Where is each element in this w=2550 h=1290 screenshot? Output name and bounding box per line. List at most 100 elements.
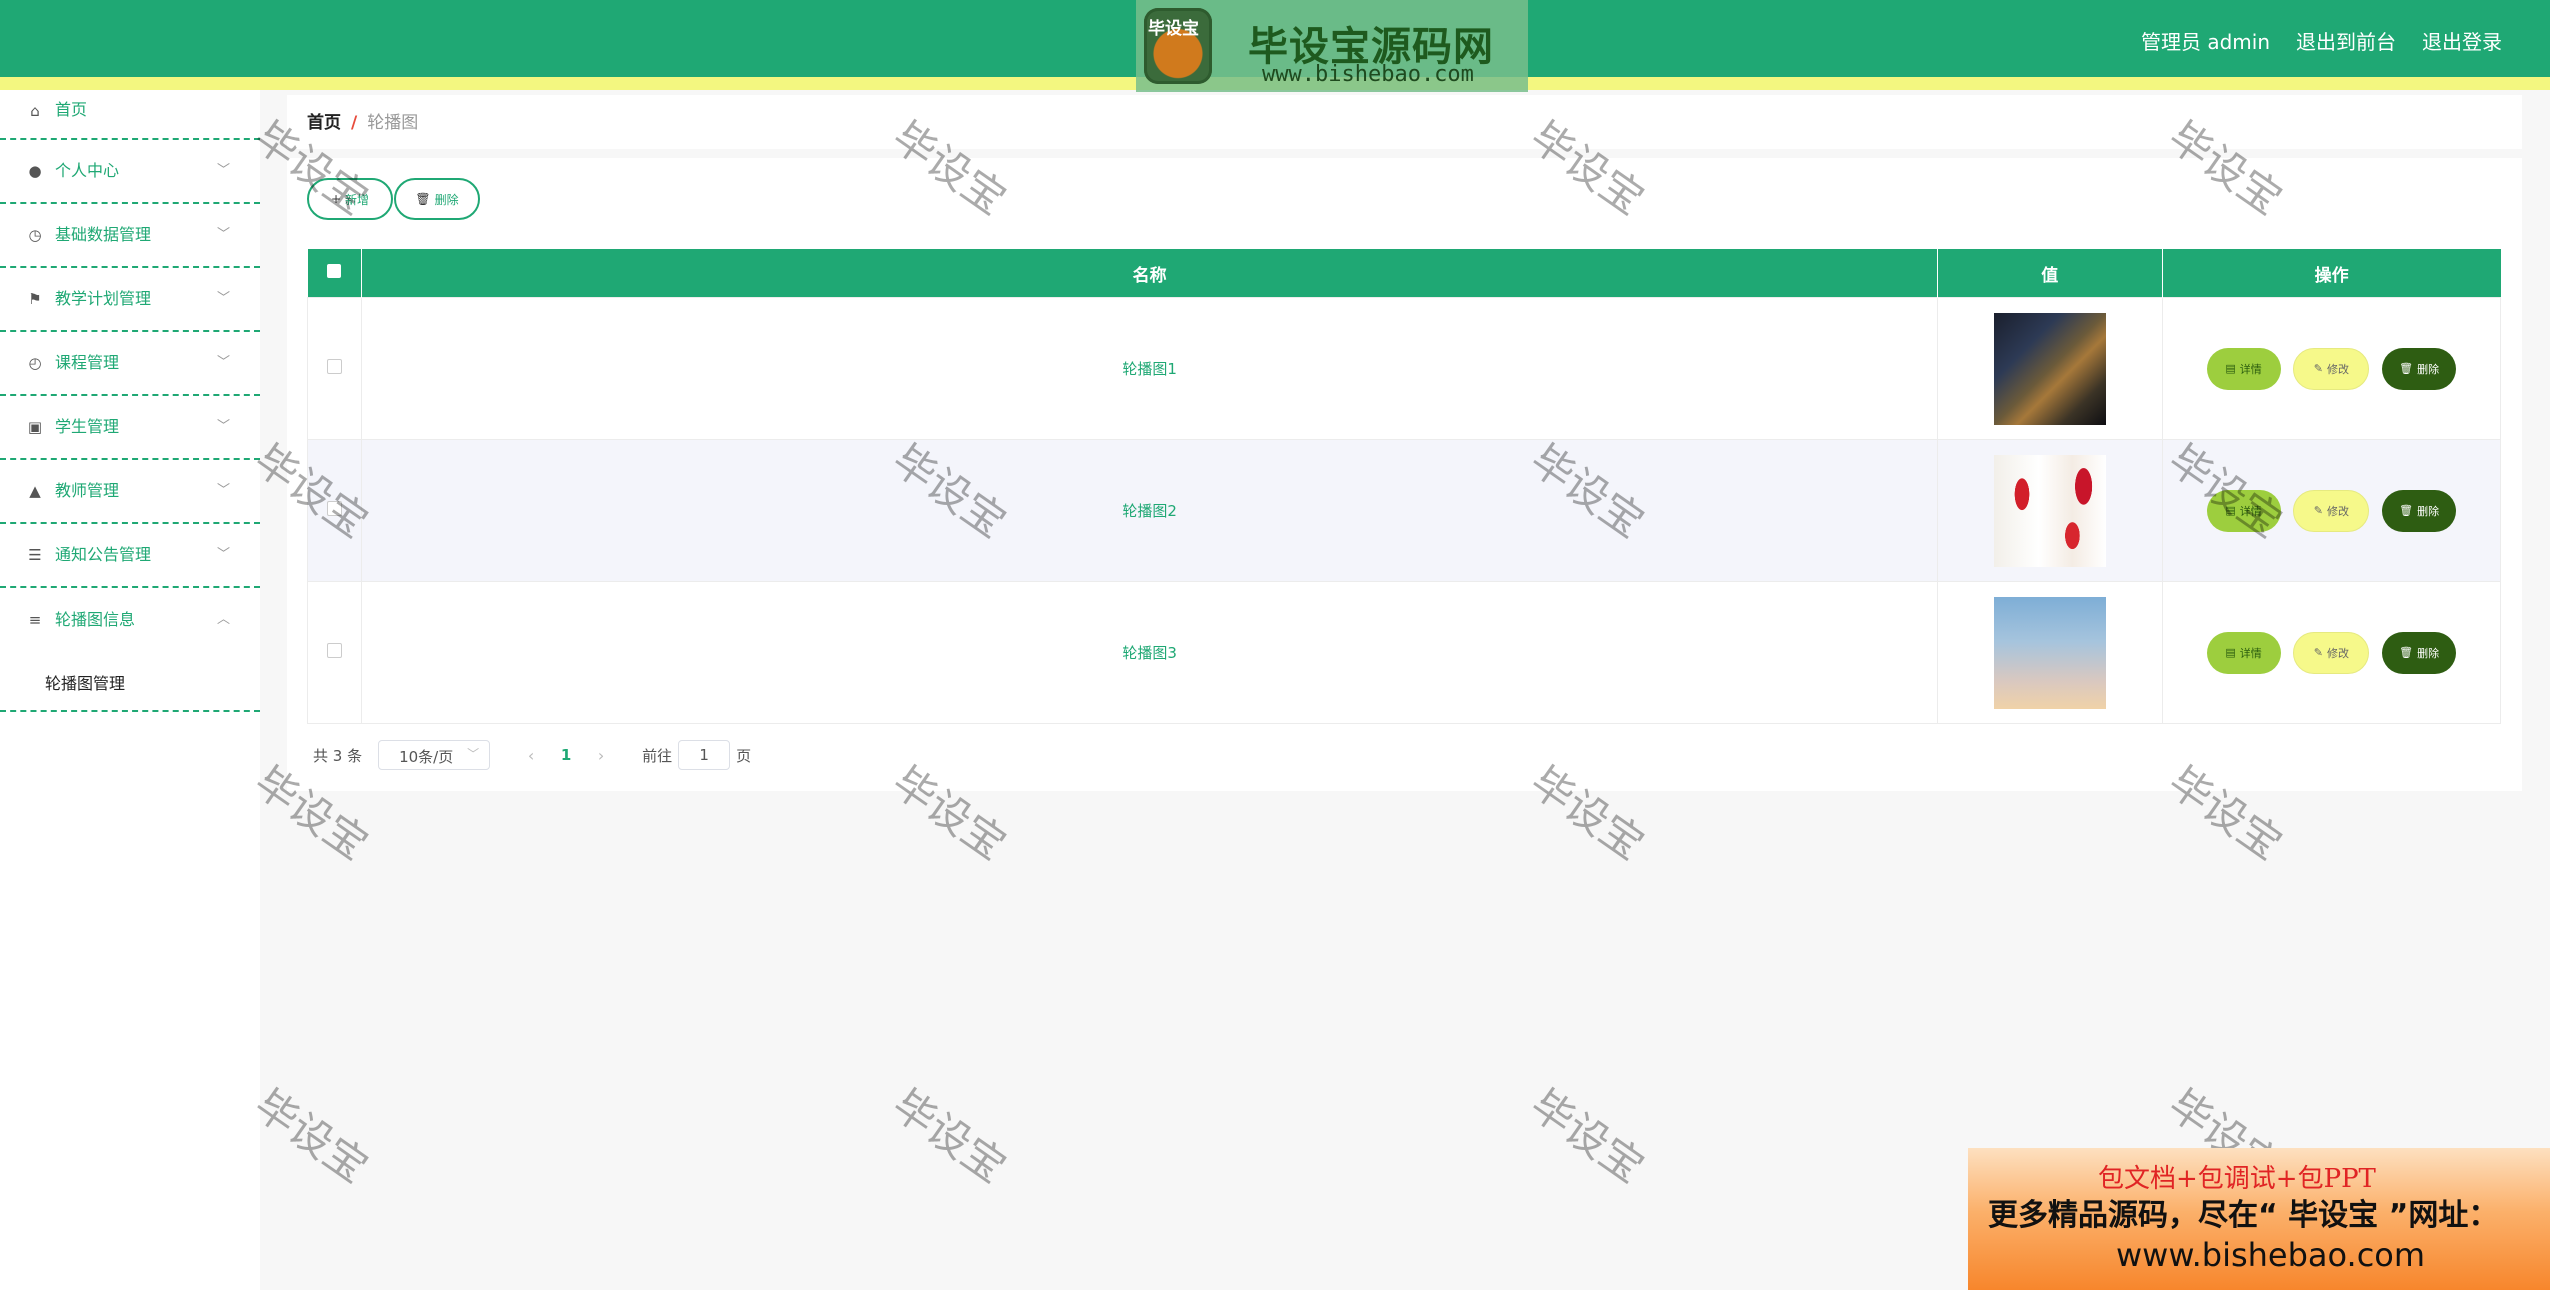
add-button-label: 新增 <box>345 192 370 207</box>
delete-button[interactable]: 🗑 删除 <box>2382 347 2457 390</box>
trash-icon: 🗑 <box>2399 362 2414 375</box>
sidebar-item-label: 首页 <box>55 100 88 119</box>
next-page-button[interactable]: › <box>588 746 614 765</box>
row-check-cell <box>306 439 363 582</box>
watermark: 毕设宝 <box>245 1079 377 1193</box>
detail-icon: ▤ <box>2225 646 2236 659</box>
select-all-header <box>307 249 363 298</box>
delete-button[interactable]: 🗑 删除 <box>2382 631 2457 674</box>
home-icon: ⌂ <box>30 102 40 120</box>
chevron-down-icon: ﹀ <box>216 227 230 242</box>
data-table: 名称 值 操作 轮播图1 ▤ 详情 ✎ 修改 🗑 删除 轮播图2 ▤ 详情 ✎ … <box>306 249 2502 724</box>
edit-icon: ✎ <box>2313 504 2323 517</box>
sidebar-subitem-carousel-manage[interactable]: 轮播图管理 <box>45 670 125 694</box>
detail-button[interactable]: ▤ 详情 <box>2206 631 2281 674</box>
sidebar-item-teacher[interactable]: ▲ 教师管理 ﹀ <box>0 460 260 524</box>
trash-icon: 🗑 <box>415 192 431 206</box>
row-checkbox[interactable] <box>327 359 343 374</box>
detail-icon: ▤ <box>2225 362 2236 375</box>
table-row: 轮播图2 ▤ 详情 ✎ 修改 🗑 删除 <box>306 439 2502 582</box>
logout-link[interactable]: 退出登录 <box>2422 26 2502 55</box>
detail-button[interactable]: ▤ 详情 <box>2206 347 2281 390</box>
ops-cell: ▤ 详情 ✎ 修改 🗑 删除 <box>2161 581 2502 724</box>
compass-icon: ◴ <box>28 354 42 372</box>
column-header-ops: 操作 <box>2162 249 2501 298</box>
trash-icon: 🗑 <box>2399 646 2414 659</box>
watermark: 毕设宝 <box>1521 1079 1653 1193</box>
sidebar-item-carousel-info[interactable]: ≡ 轮播图信息 ︿ <box>0 588 260 652</box>
name-cell: 轮播图2 <box>361 439 1938 582</box>
sidebar-item-notice[interactable]: ☰ 通知公告管理 ﹀ <box>0 524 260 588</box>
edit-icon: ✎ <box>2313 646 2323 659</box>
row-check-cell <box>306 581 363 724</box>
carousel-thumbnail <box>1993 312 2106 425</box>
value-cell <box>1936 581 2163 724</box>
batch-delete-button[interactable]: 🗑 删除 <box>394 178 480 220</box>
add-button[interactable]: + 新增 <box>307 178 393 220</box>
delete-label: 删除 <box>2417 646 2440 660</box>
pagination: 共 3 条 10条/页 ﹀ ‹ 1 › 前往 页 <box>313 739 751 771</box>
sidebar: ⌂ 首页 ● 个人中心 ﹀ ◷ 基础数据管理 ﹀ ⚑ 教学计划管理 ﹀ ◴ 课程… <box>0 90 260 1290</box>
promo-line-2: 更多精品源码，尽在“ 毕设宝 ”网址： <box>1988 1198 2499 1233</box>
carousel-thumbnail <box>1993 596 2106 709</box>
promo-banner[interactable]: 包文档+包调试+包PPT 更多精品源码，尽在“ 毕设宝 ”网址： www.bis… <box>1968 1148 2550 1290</box>
sidebar-item-label: 基础数据管理 <box>55 225 152 244</box>
value-cell <box>1936 439 2163 582</box>
plus-icon: + <box>330 192 342 206</box>
table-header-row: 名称 值 操作 <box>307 249 2501 298</box>
sidebar-item-student[interactable]: ▣ 学生管理 ﹀ <box>0 396 260 460</box>
logo-badge-icon: 毕设宝 <box>1144 8 1212 84</box>
sidebar-item-course[interactable]: ◴ 课程管理 ﹀ <box>0 332 260 396</box>
page-suffix: 页 <box>736 746 752 765</box>
sidebar-item-basic-data[interactable]: ◷ 基础数据管理 ﹀ <box>0 204 260 268</box>
pagination-total: 共 3 条 <box>313 746 363 765</box>
clock-icon: ◷ <box>28 226 42 244</box>
clipboard-icon: ▣ <box>27 418 43 436</box>
detail-label: 详情 <box>2239 362 2262 376</box>
sidebar-item-label: 通知公告管理 <box>55 545 152 564</box>
chevron-down-icon: ﹀ <box>467 747 480 761</box>
column-header-value: 值 <box>1937 249 2163 298</box>
ops-cell: ▤ 详情 ✎ 修改 🗑 删除 <box>2161 297 2502 440</box>
detail-icon: ▤ <box>2225 504 2236 517</box>
chevron-down-icon: ﹀ <box>216 163 230 178</box>
sliders-icon: ☰ <box>28 546 42 564</box>
chevron-down-icon: ﹀ <box>216 547 230 562</box>
page-size-select[interactable]: 10条/页 ﹀ <box>378 740 491 770</box>
row-name: 轮播图3 <box>1122 644 1177 662</box>
watermark: 毕设宝 <box>883 1079 1015 1193</box>
exit-to-front-link[interactable]: 退出到前台 <box>2296 26 2396 55</box>
ops-cell: ▤ 详情 ✎ 修改 🗑 删除 <box>2161 439 2502 582</box>
edit-button[interactable]: ✎ 修改 <box>2293 347 2370 390</box>
sidebar-item-label: 课程管理 <box>55 353 120 372</box>
row-check-cell <box>306 297 363 440</box>
logo-url: www.bishebao.com <box>1262 62 1474 87</box>
delete-label: 删除 <box>2417 362 2440 376</box>
breadcrumb-current: 轮播图 <box>367 113 419 133</box>
header-actions: 管理员 admin 退出到前台 退出登录 <box>2141 26 2502 55</box>
goto-page-input[interactable] <box>678 740 731 770</box>
breadcrumb-separator: / <box>351 113 358 133</box>
detail-label: 详情 <box>2239 504 2262 518</box>
row-name: 轮播图2 <box>1122 502 1177 520</box>
edit-button[interactable]: ✎ 修改 <box>2293 631 2370 674</box>
row-name: 轮播图1 <box>1122 360 1177 378</box>
detail-button[interactable]: ▤ 详情 <box>2206 489 2281 532</box>
breadcrumb-bar: 首页 / 轮播图 <box>287 95 2522 149</box>
sidebar-item-personal-center[interactable]: ● 个人中心 ﹀ <box>0 140 260 204</box>
name-cell: 轮播图1 <box>361 297 1938 440</box>
value-cell <box>1936 297 2163 440</box>
breadcrumb-home[interactable]: 首页 <box>307 113 341 133</box>
prev-page-button[interactable]: ‹ <box>518 746 544 765</box>
sidebar-submenu: 轮播图管理 <box>0 652 260 712</box>
sidebar-item-home[interactable]: ⌂ 首页 <box>0 90 260 140</box>
page-number[interactable]: 1 <box>544 746 588 764</box>
edit-button[interactable]: ✎ 修改 <box>2293 489 2370 532</box>
edit-label: 修改 <box>2326 362 2349 376</box>
delete-button[interactable]: 🗑 删除 <box>2382 489 2457 532</box>
row-checkbox[interactable] <box>327 501 343 516</box>
sidebar-item-teaching-plan[interactable]: ⚑ 教学计划管理 ﹀ <box>0 268 260 332</box>
row-checkbox[interactable] <box>327 643 343 658</box>
select-all-checkbox[interactable] <box>327 264 342 278</box>
chevron-down-icon: ﹀ <box>216 291 230 306</box>
